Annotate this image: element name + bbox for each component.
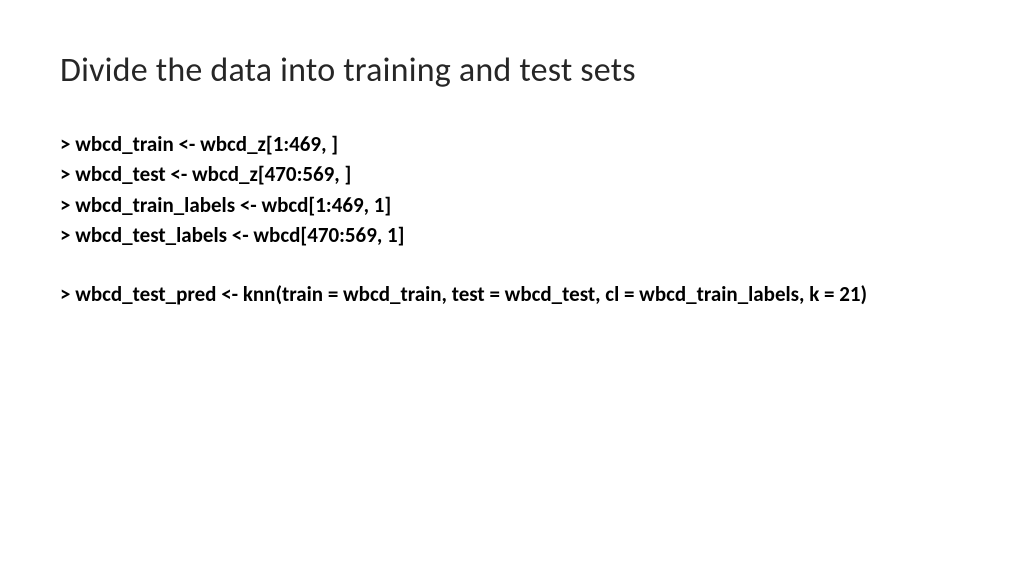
code-line: > wbcd_test_pred <- knn(train = wbcd_tra… — [60, 279, 964, 309]
code-line: > wbcd_test_labels <- wbcd[470:569, 1] — [60, 220, 964, 250]
slide-title: Divide the data into training and test s… — [60, 50, 964, 91]
code-block: > wbcd_train <- wbcd_z[1:469, ] > wbcd_t… — [60, 129, 964, 309]
code-line: > wbcd_train <- wbcd_z[1:469, ] — [60, 129, 964, 159]
code-line: > wbcd_test <- wbcd_z[470:569, ] — [60, 159, 964, 189]
spacer — [60, 251, 964, 279]
code-line: > wbcd_train_labels <- wbcd[1:469, 1] — [60, 190, 964, 220]
